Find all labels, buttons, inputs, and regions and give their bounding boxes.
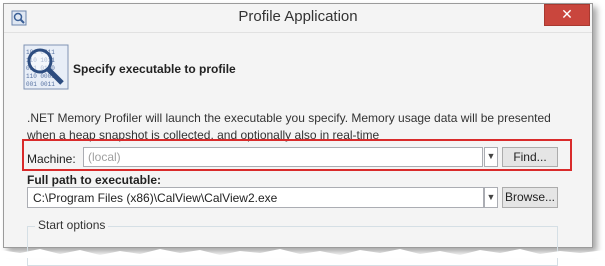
machine-dropdown-icon[interactable]: ▼ [484,147,498,167]
window-title: Profile Application [238,8,358,25]
page-heading: Specify executable to profile [73,62,236,76]
path-dropdown-icon[interactable]: ▼ [484,187,498,208]
browse-button[interactable]: Browse... [502,187,558,208]
close-button[interactable]: ✕ [544,4,590,26]
title-bar: Profile Application ✕ [4,4,592,33]
find-button[interactable]: Find... [502,147,558,167]
start-options-title: Start options [35,218,109,232]
svg-text:001 0011: 001 0011 [26,81,55,88]
machine-label: Machine: [27,152,76,166]
magnifier-binary-icon: 101 0011 110 1011 011 0100 110 0001 001 … [23,44,69,90]
machine-combobox[interactable]: (local) [83,147,483,167]
path-combobox[interactable]: C:\Program Files (x86)\CalView\CalView2.… [27,187,484,208]
path-label: Full path to executable: [27,173,162,187]
torn-edge [0,249,605,258]
